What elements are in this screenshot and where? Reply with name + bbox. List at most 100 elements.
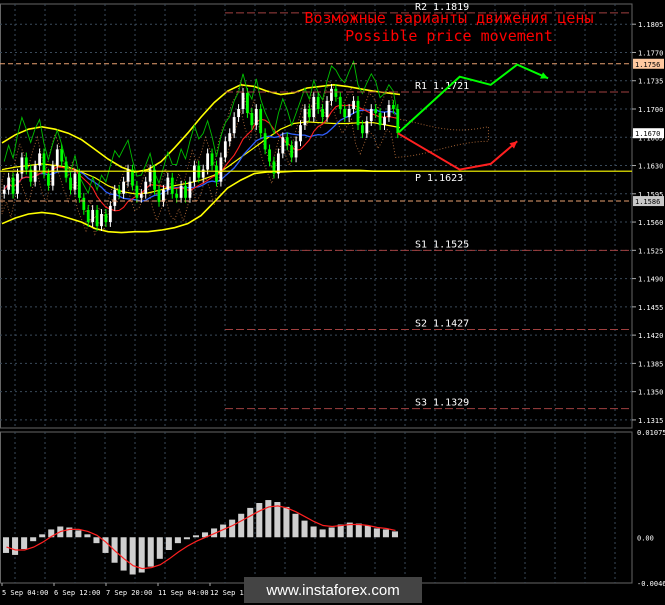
candle-body [179, 185, 183, 198]
candle-body [170, 177, 174, 194]
macd-histogram-bar [373, 528, 380, 538]
candle-body [42, 153, 46, 174]
macd-histogram-bar [30, 537, 37, 542]
candle-body [383, 117, 386, 126]
macd-histogram-bar [84, 534, 91, 538]
y-tick-label: 1.1315 [638, 417, 663, 425]
candle-body [11, 177, 15, 194]
candle-body [215, 165, 218, 182]
candle-body [206, 153, 210, 170]
macd-histogram-bar [238, 513, 245, 538]
candle-body [69, 177, 72, 190]
candle-body [294, 141, 298, 158]
candle-body [64, 161, 68, 178]
candle-body [47, 173, 50, 186]
candle-body [334, 88, 338, 97]
y-tick-label: 1.1350 [638, 389, 663, 397]
candle-body [55, 149, 59, 166]
macd-tick-label: 0.00 [637, 534, 654, 542]
candle-body [237, 108, 240, 118]
candle-body [73, 173, 77, 190]
x-tick-label: 7 Sep 20:00 [106, 589, 152, 597]
macd-histogram-bar [337, 524, 344, 538]
candle-body [175, 193, 179, 198]
candle-body [162, 189, 165, 202]
macd-histogram-bar [183, 537, 190, 540]
candle-body [391, 104, 395, 109]
candle-body [396, 108, 400, 134]
candle-body [223, 141, 227, 158]
candle-body [24, 157, 28, 170]
candle-body [361, 125, 364, 134]
candle-body [369, 108, 373, 122]
forecast-down-arrow [397, 132, 518, 171]
candle-body [268, 149, 271, 162]
macd-histogram-bar [229, 519, 236, 538]
macd-histogram-bar [174, 537, 181, 544]
candle-body [259, 108, 263, 134]
candle-body [356, 100, 360, 126]
macd-histogram-bar [39, 534, 46, 538]
x-tick-label: 6 Sep 12:00 [54, 589, 100, 597]
x-tick-label: 11 Sep 04:00 [158, 589, 209, 597]
candle-body [352, 100, 355, 109]
candle-body [316, 96, 320, 109]
candle-body [246, 92, 249, 114]
y-tick-label: 1.1385 [638, 360, 663, 368]
candle-body [272, 161, 276, 174]
candle-body [330, 88, 333, 101]
macd-histogram-bar [310, 526, 317, 538]
candle-body [285, 137, 289, 146]
candle-body [139, 193, 143, 198]
macd-histogram-bar [319, 529, 326, 538]
candle-body [135, 185, 139, 198]
macd-histogram-bar [301, 520, 308, 538]
candle-body [299, 125, 302, 142]
watermark[interactable]: www.instaforex.com [244, 577, 422, 603]
macd-tick-label: 0.01075 [637, 429, 665, 437]
macd-histogram-bar [355, 523, 362, 538]
candle-body [113, 189, 117, 206]
y-tick-label: 1.1490 [638, 276, 663, 284]
candle-body [51, 165, 55, 186]
candle-body [210, 153, 214, 166]
macd-histogram-bar [283, 506, 290, 538]
price-tag-label: 1.1756 [635, 61, 660, 69]
macd-histogram-bar [292, 513, 299, 538]
ichimoku-cloud-area [1, 79, 489, 236]
candle-body [122, 181, 126, 194]
candle-body [82, 197, 86, 210]
pivot-label: P 1.1623 [415, 173, 463, 184]
candle-body [303, 108, 307, 126]
candle-body [290, 145, 294, 158]
macd-histogram-bar [75, 530, 82, 538]
candle-body [374, 108, 378, 114]
macd-histogram-bar [328, 527, 335, 538]
candle-body [254, 108, 258, 126]
candle-body [153, 169, 156, 190]
candle-body [7, 177, 11, 190]
y-tick-label: 1.1735 [638, 78, 663, 86]
candle-body [276, 153, 280, 174]
macd-histogram-bar [274, 502, 281, 538]
candle-body [95, 209, 99, 227]
macd-signal-line [6, 505, 396, 570]
candle-body [232, 117, 236, 134]
candle-body [104, 213, 108, 223]
chart-subtitle: Possible price movement [345, 27, 553, 45]
y-tick-label: 1.1560 [638, 219, 663, 227]
pivot-label: S2 1.1427 [415, 318, 469, 329]
macd-panel: 0.01075 0.00 -0.00467 [3, 429, 665, 588]
pivot-label: R1 1.1721 [415, 81, 469, 92]
macd-histogram-bar [256, 502, 263, 538]
candle-body [77, 173, 81, 198]
pivot-levels: R2 1.1819R1 1.1721P 1.1623S1 1.1525S2 1.… [0, 2, 632, 410]
macd-histogram-bar [21, 537, 28, 550]
y-tick-label: 1.1770 [638, 49, 663, 57]
candle-body [38, 153, 41, 166]
candle-body [86, 209, 90, 223]
candle-body [33, 165, 37, 182]
candle-body [188, 181, 192, 198]
candle-body [144, 181, 148, 194]
macd-frame [0, 431, 633, 584]
